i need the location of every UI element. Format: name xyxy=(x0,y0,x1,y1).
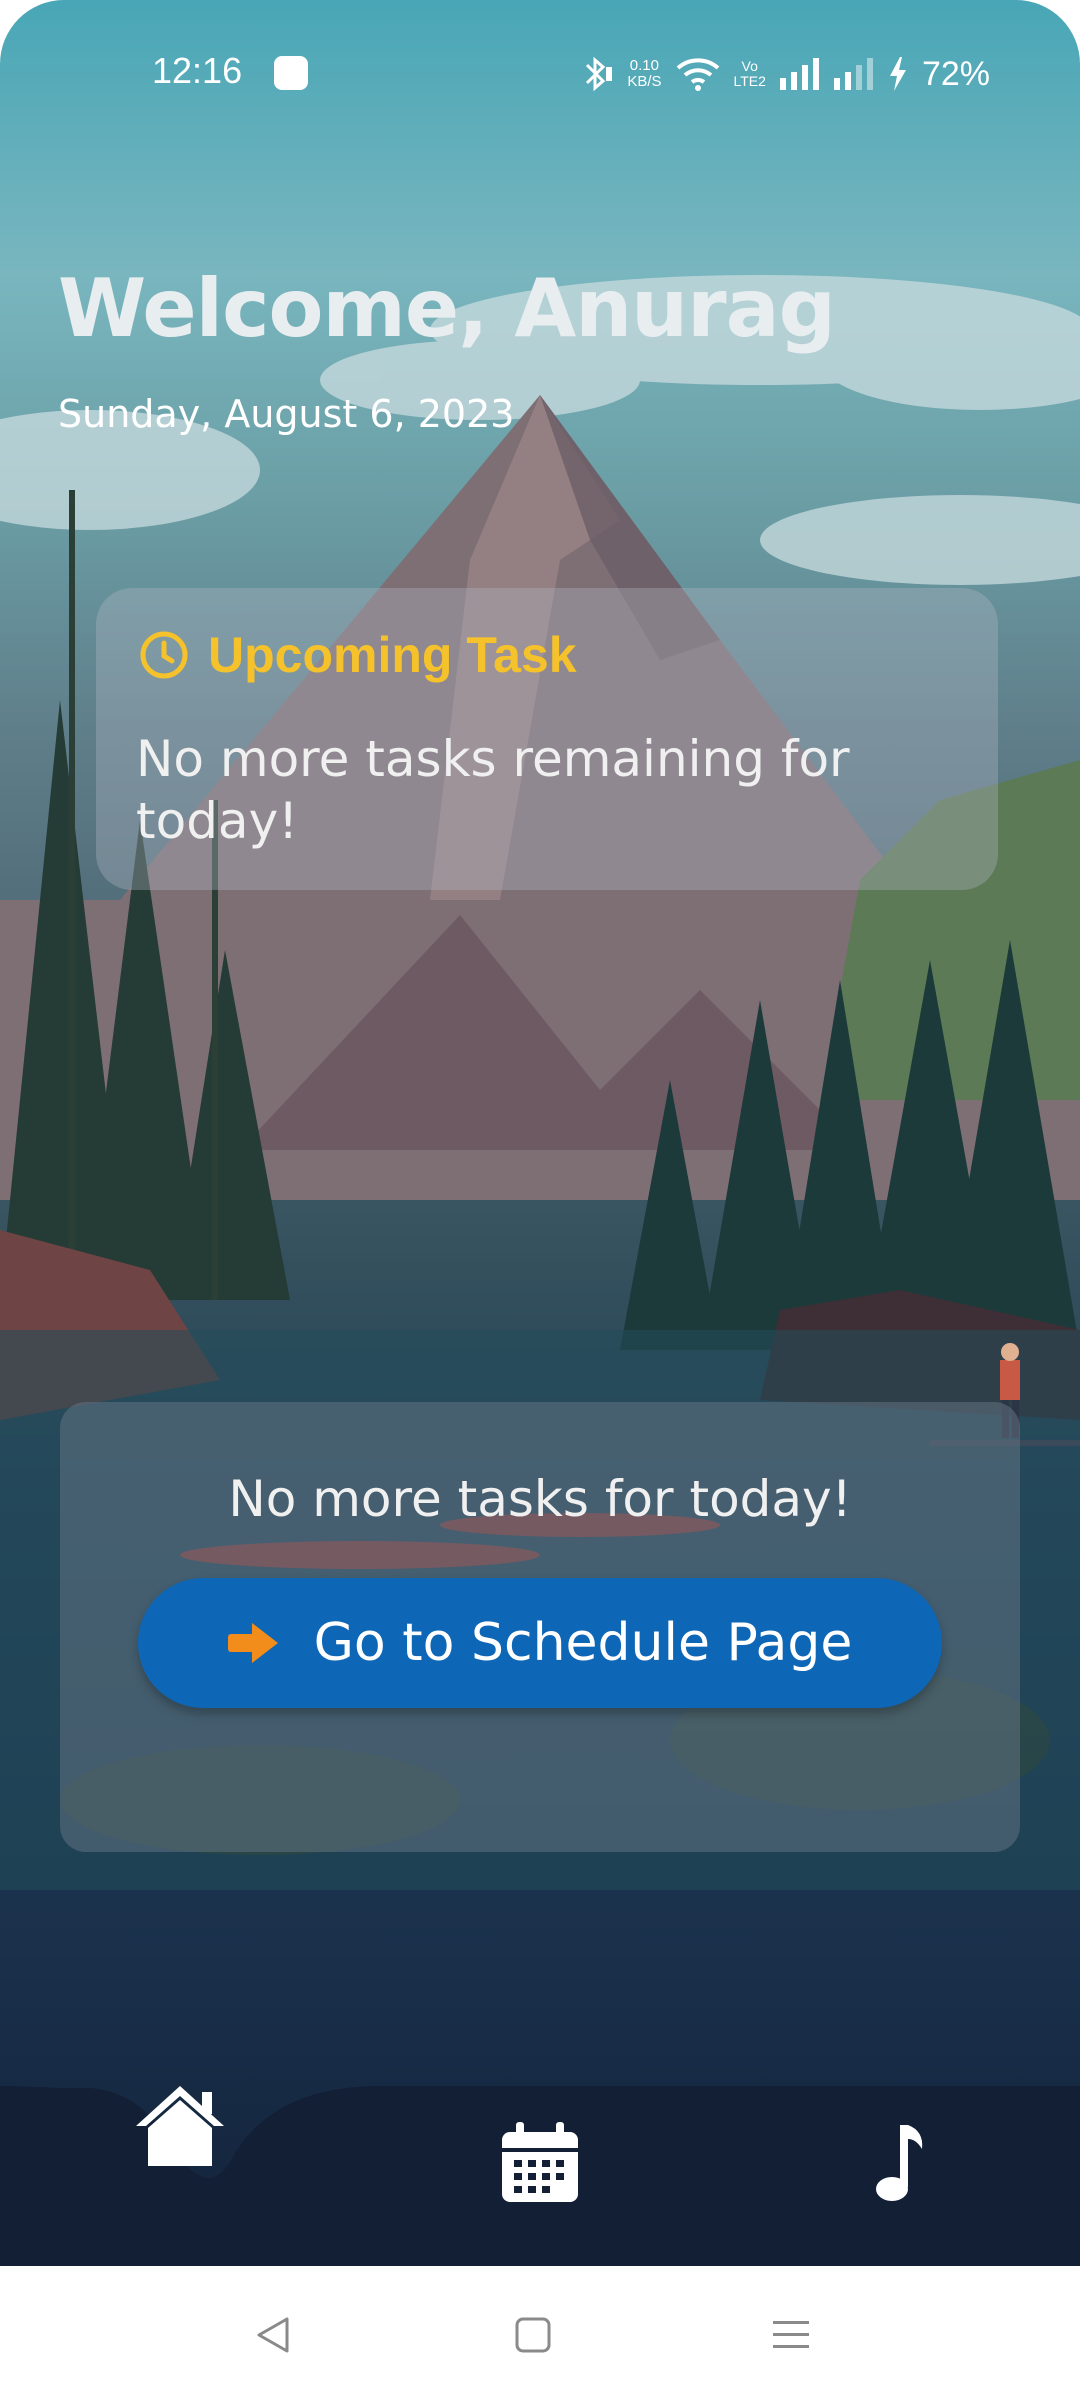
schedule-message: No more tasks for today! xyxy=(228,1470,852,1528)
home-icon xyxy=(136,2086,224,2166)
volte-top: Vo xyxy=(741,58,758,74)
system-menu-button[interactable] xyxy=(756,2300,826,2370)
menu-icon xyxy=(773,2321,809,2348)
app-screen: 12:16 0.10 KB/S Vo LTE2 72% Welcome, Anu… xyxy=(0,0,1080,2266)
status-icons: 0.10 KB/S Vo LTE2 72% xyxy=(579,52,990,96)
system-home-button[interactable] xyxy=(498,2300,568,2370)
notification-icon xyxy=(274,56,308,90)
nav-home-button[interactable] xyxy=(130,2080,230,2170)
upcoming-task-header: Upcoming Task xyxy=(138,626,577,684)
nav-calendar-button[interactable] xyxy=(490,2118,590,2208)
volte-bottom: LTE2 xyxy=(733,73,766,89)
charging-icon xyxy=(889,57,906,91)
net-speed: 0.10 KB/S xyxy=(627,58,661,90)
volte-badge: Vo LTE2 xyxy=(734,59,766,89)
battery-percent: 72% xyxy=(921,54,990,93)
upcoming-task-card: Upcoming Task No more tasks remaining fo… xyxy=(96,588,998,890)
upcoming-task-title: Upcoming Task xyxy=(208,627,577,683)
status-bar: 12:16 0.10 KB/S Vo LTE2 72% xyxy=(0,40,1080,110)
arrow-right-icon xyxy=(227,1623,278,1663)
status-time: 12:16 xyxy=(152,50,243,91)
schedule-card: No more tasks for today! Go to Schedule … xyxy=(60,1402,1020,1852)
net-speed-unit: KB/S xyxy=(627,73,662,90)
current-date: Sunday, August 6, 2023 xyxy=(58,392,515,436)
music-note-icon xyxy=(876,2125,923,2201)
calendar-icon xyxy=(502,2122,578,2202)
nav-music-button[interactable] xyxy=(850,2118,950,2208)
signal-icon-sim2 xyxy=(833,58,873,90)
home-square-icon xyxy=(515,2317,551,2353)
clock-icon xyxy=(140,631,188,679)
go-to-schedule-button[interactable]: Go to Schedule Page xyxy=(138,1578,942,1708)
system-navigation-bar xyxy=(0,2266,1080,2400)
net-speed-value: 0.10 xyxy=(629,57,659,74)
bluetooth-icon xyxy=(586,56,613,92)
welcome-title: Welcome, Anurag xyxy=(58,262,836,355)
wifi-icon xyxy=(676,58,719,91)
signal-icon-sim1 xyxy=(779,58,819,90)
back-icon xyxy=(257,2317,289,2353)
go-to-schedule-label: Go to Schedule Page xyxy=(313,1613,853,1673)
system-back-button[interactable] xyxy=(238,2300,308,2370)
upcoming-task-message: No more tasks remaining for today! xyxy=(136,730,850,850)
